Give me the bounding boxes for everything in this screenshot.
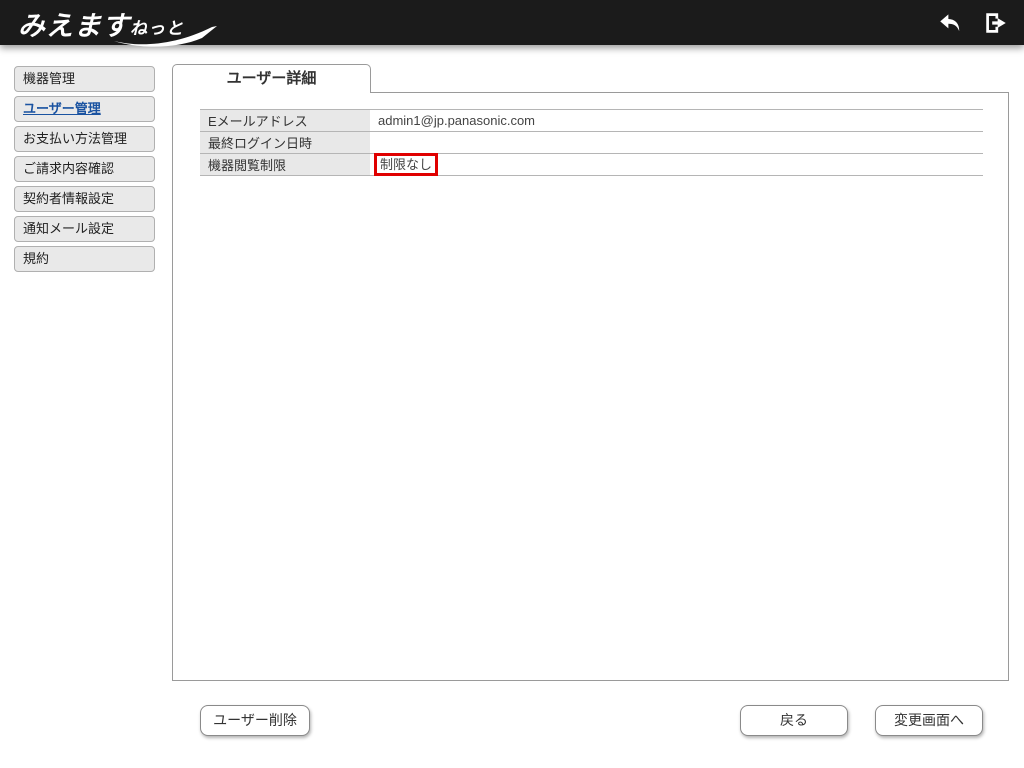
app-header: みえますねっと: [0, 0, 1024, 47]
sidebar-item-contractor-settings[interactable]: 契約者情報設定: [14, 186, 155, 212]
change-screen-button[interactable]: 変更画面へ: [875, 705, 983, 736]
sidebar-item-billing-confirmation[interactable]: ご請求内容確認: [14, 156, 155, 182]
table-row: Eメールアドレス admin1@jp.panasonic.com: [200, 109, 983, 132]
sidebar-nav: 機器管理 ユーザー管理 お支払い方法管理 ご請求内容確認 契約者情報設定 通知メ…: [14, 66, 155, 276]
last-login-value: [370, 131, 983, 154]
sidebar-item-mail-settings[interactable]: 通知メール設定: [14, 216, 155, 242]
user-detail-table: Eメールアドレス admin1@jp.panasonic.com 最終ログイン日…: [200, 109, 983, 176]
device-view-restriction-label: 機器閲覧制限: [200, 153, 370, 176]
back-button[interactable]: 戻る: [740, 705, 848, 736]
detail-panel: Eメールアドレス admin1@jp.panasonic.com 最終ログイン日…: [172, 92, 1009, 681]
email-value: admin1@jp.panasonic.com: [370, 109, 983, 132]
app-logo[interactable]: みえますねっと: [18, 4, 217, 47]
logo-swoosh-icon: [114, 26, 217, 47]
email-label: Eメールアドレス: [200, 109, 370, 132]
tab-user-detail[interactable]: ユーザー詳細: [172, 64, 371, 93]
sidebar-item-device-management[interactable]: 機器管理: [14, 66, 155, 92]
logout-icon[interactable]: [982, 9, 1010, 37]
delete-user-button[interactable]: ユーザー削除: [200, 705, 310, 736]
device-view-restriction-value: 制限なし: [370, 153, 983, 176]
back-arrow-icon[interactable]: [936, 9, 964, 37]
table-row: 機器閲覧制限 制限なし: [200, 153, 983, 176]
table-row: 最終ログイン日時: [200, 131, 983, 154]
sidebar-item-terms[interactable]: 規約: [14, 246, 155, 272]
highlight-box[interactable]: 制限なし: [374, 153, 439, 176]
sidebar-item-payment-management[interactable]: お支払い方法管理: [14, 126, 155, 152]
sidebar-item-user-management[interactable]: ユーザー管理: [14, 96, 155, 122]
last-login-label: 最終ログイン日時: [200, 131, 370, 154]
